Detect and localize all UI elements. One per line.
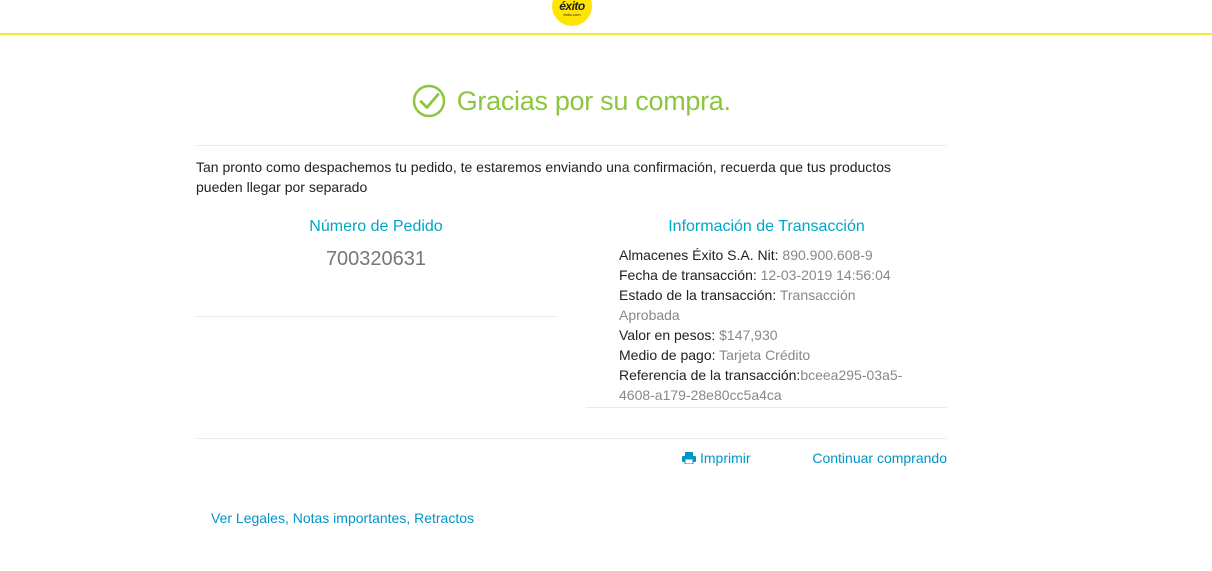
continue-shopping-link[interactable]: Continuar comprando: [812, 450, 947, 466]
top-bar: éxito éxito.com: [0, 0, 1212, 35]
order-number-panel: Número de Pedido 700320631: [196, 218, 556, 316]
transaction-field-date: Fecha de transacción: 12-03-2019 14:56:0…: [619, 265, 919, 285]
field-label: Valor en pesos:: [619, 327, 720, 343]
field-label: Estado de la transacción:: [619, 287, 780, 303]
check-circle-icon: [413, 84, 446, 118]
actions-divider: [196, 438, 947, 439]
confirmation-message: Tan pronto como despachemos tu pedido, t…: [196, 159, 891, 195]
order-panel-divider: [196, 316, 556, 317]
order-number-value: 700320631: [325, 248, 427, 270]
exito-logo[interactable]: éxito éxito.com: [552, 0, 592, 26]
transaction-info-panel: Información de Transacción Almacenes Éxi…: [586, 218, 947, 408]
logo-wordmark: éxito: [559, 0, 585, 13]
field-label: Almacenes Éxito S.A. Nit:: [619, 247, 783, 263]
page-title: Gracias por su compra.: [456, 85, 731, 116]
transaction-field-amount: Valor en pesos: $147,930: [619, 325, 919, 345]
field-value: 890.900.608-9: [782, 247, 873, 263]
title-divider: [196, 145, 947, 146]
field-value: $147,930: [719, 327, 778, 343]
transaction-details-list: Almacenes Éxito S.A. Nit: 890.900.608-9 …: [619, 245, 919, 405]
confirmation-title-row: Gracias por su compra.: [0, 84, 1143, 118]
transaction-field-nit: Almacenes Éxito S.A. Nit: 890.900.608-9: [619, 245, 919, 265]
transaction-panel-divider: [586, 407, 947, 408]
actions-bar: Imprimir Continuar comprando: [196, 450, 947, 470]
print-link[interactable]: Imprimir: [682, 450, 751, 466]
field-label: Referencia de la transacción:: [619, 367, 801, 383]
legal-notes-link[interactable]: Ver Legales, Notas importantes, Retracto…: [211, 510, 474, 526]
field-value: Tarjeta Crédito: [719, 347, 811, 363]
transaction-field-status: Estado de la transacción: Transacción Ap…: [619, 285, 919, 325]
field-label: Fecha de transacción:: [619, 267, 761, 283]
field-label: Medio de pago:: [619, 347, 720, 363]
logo-subtext: éxito.com: [563, 12, 581, 17]
field-value: 12-03-2019 14:56:04: [760, 267, 891, 283]
transaction-field-reference: Referencia de la transacción:bceea295-03…: [619, 365, 919, 405]
print-label: Imprimir: [700, 450, 751, 466]
printer-icon: [682, 452, 696, 464]
transaction-field-payment-method: Medio de pago: Tarjeta Crédito: [619, 345, 919, 365]
transaction-heading: Información de Transacción: [668, 218, 865, 235]
order-number-heading: Número de Pedido: [309, 218, 443, 235]
